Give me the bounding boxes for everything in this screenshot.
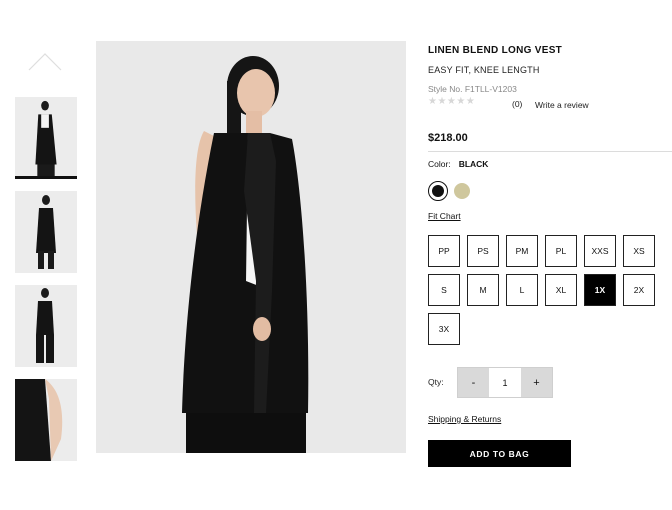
product-subtitle: EASY FIT, KNEE LENGTH [428, 65, 540, 75]
selected-color: BLACK [458, 159, 489, 169]
write-review-link[interactable]: Write a review [535, 100, 589, 110]
review-count: (0) [512, 99, 523, 109]
thumbnail-4[interactable] [15, 379, 77, 461]
color-swatch-tan[interactable] [454, 183, 470, 199]
fit-chart-link[interactable]: Fit Chart [428, 211, 461, 221]
star-icon: ★★★★★ [428, 96, 476, 107]
size-option-3x[interactable]: 3X [428, 313, 460, 345]
quantity-label: Qty: [428, 377, 444, 387]
product-price: $218.00 [428, 132, 468, 144]
size-option-ps[interactable]: PS [467, 235, 499, 267]
thumbnail-image [15, 191, 77, 273]
size-option-pm[interactable]: PM [506, 235, 538, 267]
thumbnail-image [16, 97, 76, 176]
style-number: Style No. F1TLL-V1203 [428, 84, 517, 94]
size-option-1x[interactable]: 1X [584, 274, 616, 306]
thumbnail-3[interactable] [15, 285, 77, 367]
shipping-returns-link[interactable]: Shipping & Returns [428, 414, 501, 424]
add-to-bag-button[interactable]: ADD TO BAG [428, 440, 571, 467]
quantity-input[interactable]: 1 [489, 368, 521, 397]
thumbnail-image [15, 285, 77, 367]
size-option-l[interactable]: L [506, 274, 538, 306]
color-label: Color: [428, 159, 451, 169]
main-product-image[interactable] [96, 41, 406, 453]
color-selection-label: Color: BLACK [428, 159, 488, 169]
divider [428, 151, 672, 152]
size-option-pl[interactable]: PL [545, 235, 577, 267]
size-option-xs[interactable]: XS [623, 235, 655, 267]
size-option-xxs[interactable]: XXS [584, 235, 616, 267]
decrease-quantity-button[interactable]: - [458, 368, 489, 397]
product-title: LINEN BLEND LONG VEST [428, 45, 563, 56]
product-details-panel: LINEN BLEND LONG VEST EASY FIT, KNEE LEN… [428, 0, 672, 510]
quantity-stepper: - 1 + [457, 367, 553, 398]
chevron-up-icon[interactable] [27, 50, 63, 72]
size-option-s[interactable]: S [428, 274, 460, 306]
thumbnail-1[interactable] [15, 97, 77, 179]
size-option-pp[interactable]: PP [428, 235, 460, 267]
size-option-2x[interactable]: 2X [623, 274, 655, 306]
size-option-xl[interactable]: XL [545, 274, 577, 306]
thumbnail-2[interactable] [15, 191, 77, 273]
increase-quantity-button[interactable]: + [521, 368, 552, 397]
color-swatch-black[interactable] [428, 181, 448, 201]
thumbnail-image [15, 379, 77, 461]
model-illustration [96, 41, 406, 453]
size-option-m[interactable]: M [467, 274, 499, 306]
